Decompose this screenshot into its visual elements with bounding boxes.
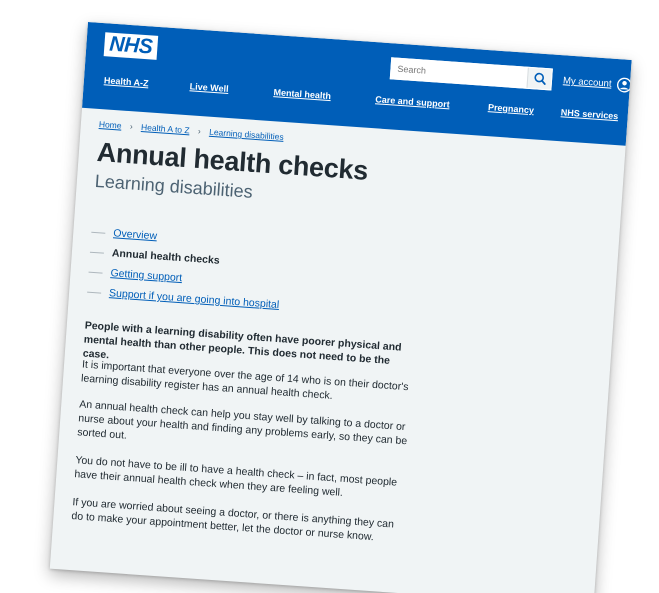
body-paragraph: An annual health check can help you stay… bbox=[76, 398, 408, 448]
nav-item-mental-health[interactable]: Mental health bbox=[273, 87, 331, 101]
body-paragraph: If you are worried about seeing a doctor… bbox=[71, 496, 395, 544]
nav-item-nhs-services[interactable]: NHS services bbox=[561, 107, 619, 121]
page-contents-list: Overview Annual health checks Getting su… bbox=[86, 223, 284, 316]
nav-item-care-and-support[interactable]: Care and support bbox=[375, 94, 450, 109]
nhs-logo[interactable]: NHS bbox=[103, 32, 159, 60]
search-input[interactable] bbox=[390, 58, 528, 88]
dash-icon bbox=[91, 231, 106, 234]
body-paragraph: You do not have to be ill to have a heal… bbox=[74, 454, 398, 499]
dash-icon bbox=[89, 251, 104, 254]
contents-current-annual-health-checks: Annual health checks bbox=[111, 247, 221, 267]
user-circle-icon bbox=[616, 77, 632, 93]
breadcrumb-health-a-to-z[interactable]: Health A to Z bbox=[141, 122, 190, 135]
search-form bbox=[389, 57, 553, 91]
breadcrumb-home[interactable]: Home bbox=[99, 119, 122, 131]
nav-item-pregnancy[interactable]: Pregnancy bbox=[488, 102, 535, 115]
screenshot-stage: NHS My account Healt bbox=[0, 0, 659, 593]
my-account-link[interactable]: My account bbox=[563, 73, 632, 93]
breadcrumb-learning-disabilities[interactable]: Learning disabilities bbox=[209, 127, 284, 142]
contents-link-overview[interactable]: Overview bbox=[113, 227, 157, 242]
dash-icon bbox=[87, 291, 102, 294]
nav-item-live-well[interactable]: Live Well bbox=[189, 81, 228, 94]
search-button[interactable] bbox=[526, 67, 552, 90]
chevron-right-icon: › bbox=[129, 121, 134, 132]
dash-icon bbox=[88, 271, 103, 274]
nav-item-health-a-z[interactable]: Health A-Z bbox=[104, 75, 149, 88]
my-account-label: My account bbox=[562, 75, 612, 90]
search-icon bbox=[534, 72, 546, 85]
nhs-web-page: NHS My account Healt bbox=[49, 22, 632, 593]
contents-link-getting-support[interactable]: Getting support bbox=[110, 267, 182, 284]
chevron-right-icon: › bbox=[197, 125, 202, 137]
